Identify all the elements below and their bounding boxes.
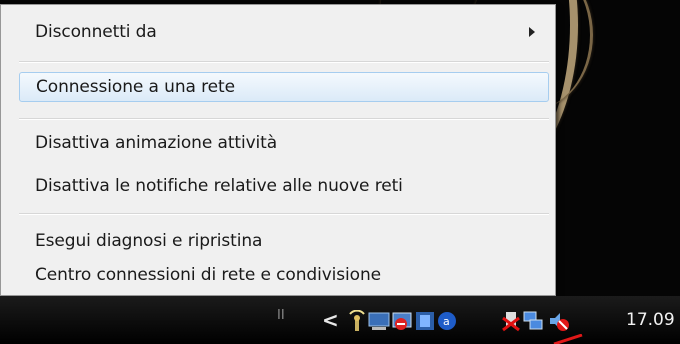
windows-defender-icon[interactable] [414, 310, 436, 332]
network-context-menu: Disconnetti da Connessione a una rete Di… [0, 4, 556, 296]
red-annotation-mark [553, 334, 583, 344]
menu-item-diagnose-and-repair[interactable]: Esegui diagnosi e ripristina [19, 226, 549, 256]
shield-icon[interactable]: a [436, 310, 458, 332]
menu-item-disconnect-from[interactable]: Disconnetti da [19, 17, 549, 47]
menu-item-label: Centro connessioni di rete e condivision… [35, 265, 382, 285]
submenu-arrow-icon [529, 27, 535, 37]
menu-separator [19, 213, 549, 215]
show-hidden-icons-chevron-icon[interactable]: < [322, 308, 339, 332]
menu-item-label: Disattiva le notifiche relative alle nuo… [35, 176, 403, 196]
network-disconnected-icon[interactable] [500, 310, 522, 332]
menu-separator [19, 118, 549, 120]
blocked-screen-icon[interactable] [392, 310, 414, 332]
menu-item-label: Connessione a una rete [36, 77, 235, 97]
monitor-icon[interactable] [368, 310, 390, 332]
menu-item-connect-to-network[interactable]: Connessione a una rete [19, 72, 549, 102]
network-icon[interactable] [522, 310, 544, 332]
menu-item-disable-new-network-notifications[interactable]: Disattiva le notifiche relative alle nuo… [19, 171, 549, 201]
volume-muted-icon[interactable] [548, 310, 570, 332]
wireless-icon[interactable] [346, 310, 368, 332]
menu-item-label: Disattiva animazione attività [35, 133, 278, 153]
menu-item-label: Esegui diagnosi e ripristina [35, 231, 263, 251]
taskbar-grip-icon: II [277, 308, 285, 323]
menu-item-network-sharing-center[interactable]: Centro connessioni di rete e condivision… [19, 260, 549, 290]
menu-item-disable-activity-animation[interactable]: Disattiva animazione attività [19, 128, 549, 158]
system-clock[interactable]: 17.09 [626, 310, 675, 330]
menu-separator [19, 61, 549, 63]
svg-text:a: a [443, 315, 450, 328]
menu-item-label: Disconnetti da [35, 22, 157, 42]
